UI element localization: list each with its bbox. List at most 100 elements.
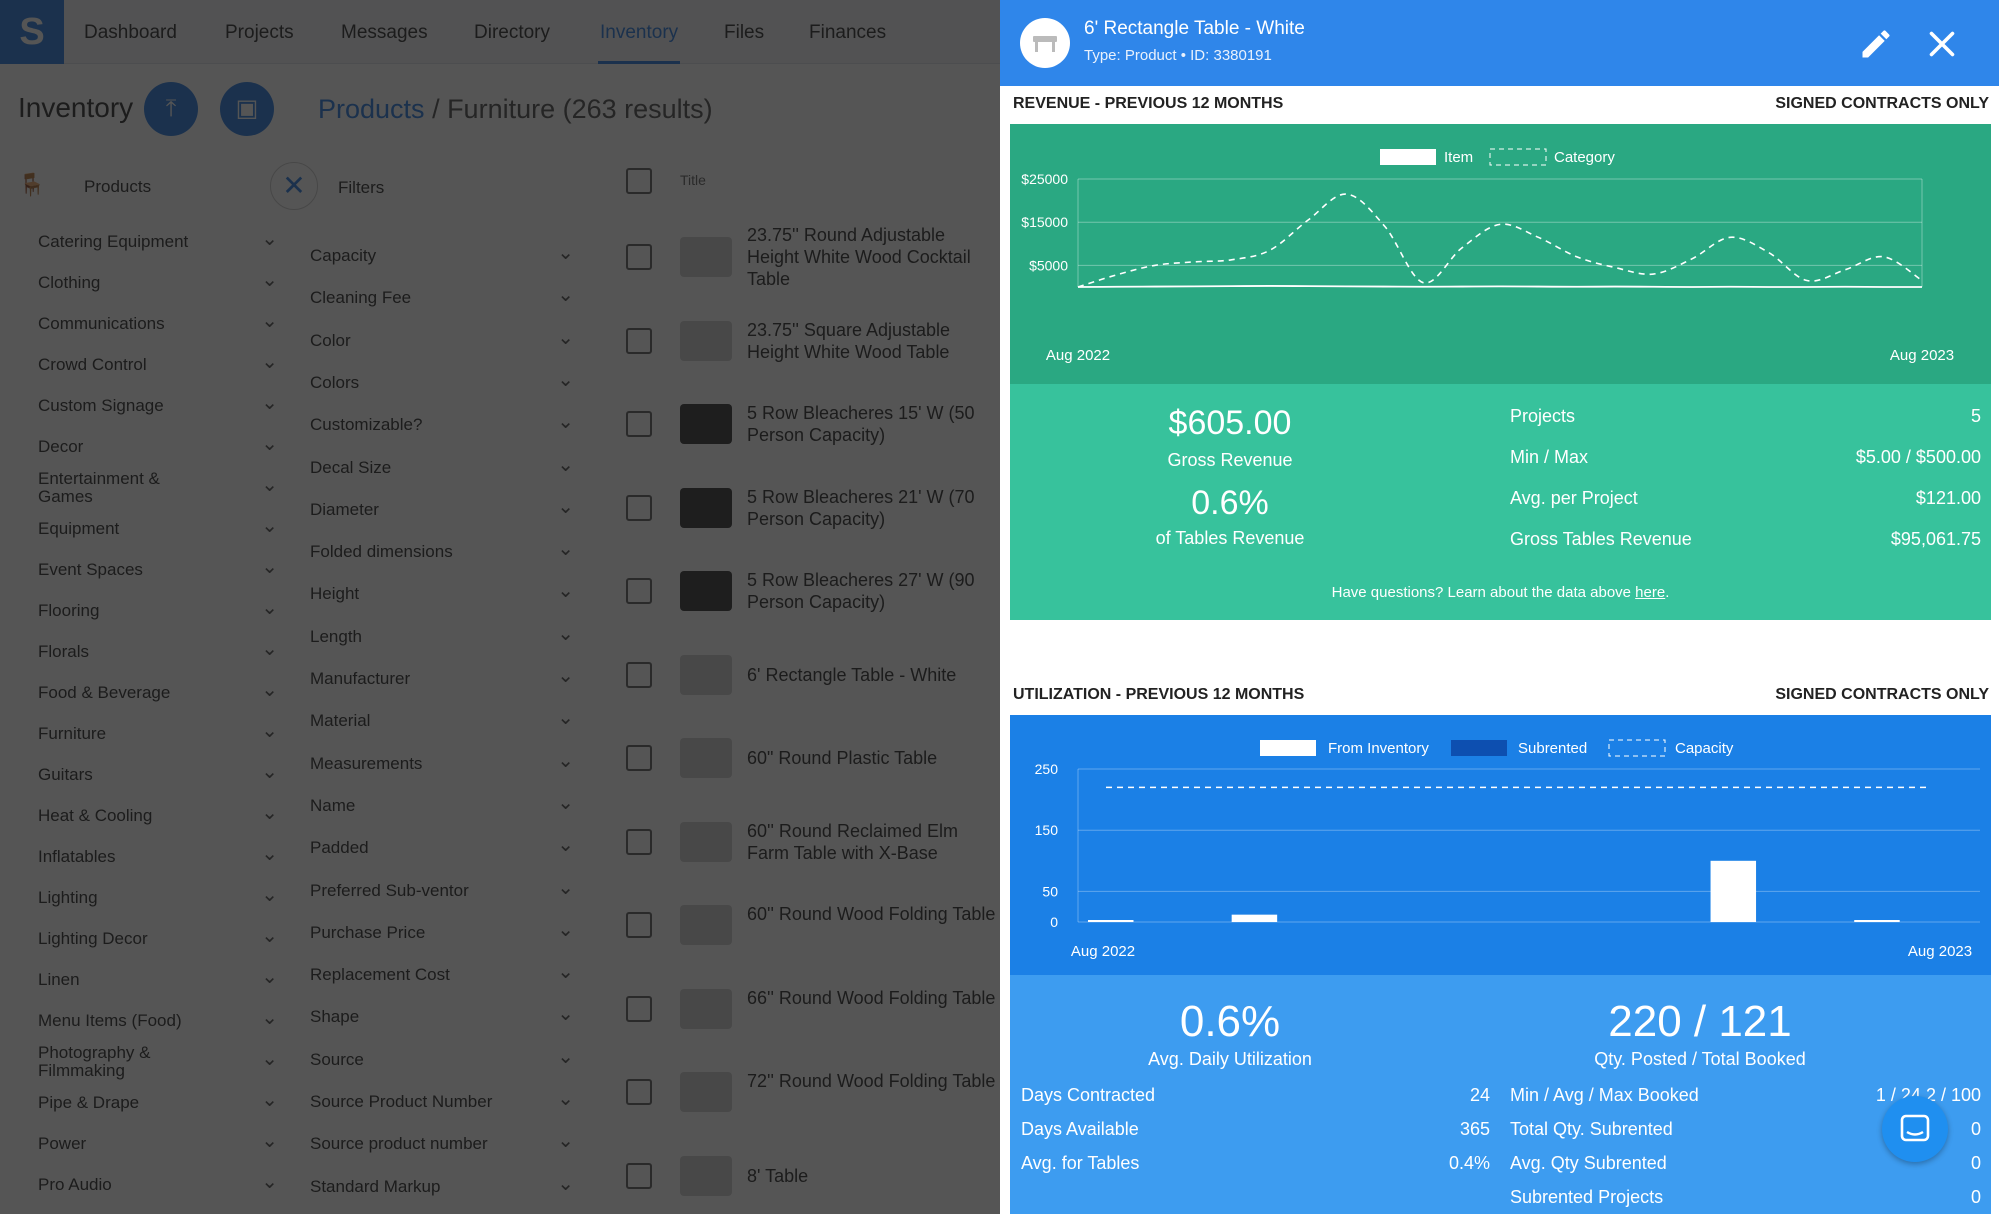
row-checkbox[interactable] xyxy=(626,828,652,855)
category-label: Pro Audio xyxy=(38,1175,112,1194)
filter-item[interactable]: Source ⌄ xyxy=(310,1045,574,1070)
category-item[interactable]: Flooring ⌄ xyxy=(38,598,278,621)
product-title-link[interactable]: 66'' Round Wood Folding Table xyxy=(747,987,997,1009)
product-title-link[interactable]: 72'' Round Wood Folding Table xyxy=(747,1070,997,1092)
category-item[interactable]: Power ⌄ xyxy=(38,1131,278,1154)
pencil-icon[interactable] xyxy=(1858,26,1894,62)
product-title-link[interactable]: 5 Row Bleacheres 27' W (90 Person Capaci… xyxy=(747,569,997,613)
nav-directory[interactable]: Directory xyxy=(474,0,550,64)
product-title-link[interactable]: 8' Table xyxy=(747,1165,997,1187)
category-item[interactable]: Custom Signage ⌄ xyxy=(38,393,278,416)
row-checkbox[interactable] xyxy=(626,494,652,521)
filter-item[interactable]: Name ⌄ xyxy=(310,793,574,816)
category-item[interactable]: Catering Equipment ⌄ xyxy=(38,229,278,252)
row-checkbox[interactable] xyxy=(626,244,652,270)
row-checkbox[interactable] xyxy=(626,912,652,938)
row-checkbox[interactable] xyxy=(626,411,652,437)
filter-item[interactable]: Standard Markup ⌄ xyxy=(310,1174,574,1197)
filter-item[interactable]: Measurements ⌄ xyxy=(310,751,574,774)
product-title-link[interactable]: 23.75'' Round Adjustable Height White Wo… xyxy=(747,224,997,290)
filter-label: Source xyxy=(310,1049,364,1069)
nav-projects[interactable]: Projects xyxy=(225,0,294,64)
category-item[interactable]: Linen ⌄ xyxy=(38,966,278,990)
filter-item[interactable]: Folded dimensions ⌄ xyxy=(310,539,574,562)
category-item[interactable]: Equipment ⌄ xyxy=(38,516,278,539)
upload-button[interactable]: ⤒ xyxy=(144,82,198,136)
category-item[interactable]: Guitars ⌄ xyxy=(38,762,278,785)
category-item[interactable]: Photography & Filmmaking ⌄ xyxy=(38,1044,278,1081)
category-item[interactable]: Menu Items (Food) ⌄ xyxy=(38,1008,278,1031)
close-filters-button[interactable]: ✕ xyxy=(270,162,318,210)
nav-inventory[interactable]: Inventory xyxy=(598,0,681,64)
nav-finances[interactable]: Finances xyxy=(809,0,886,64)
category-item[interactable]: Communications ⌄ xyxy=(38,310,278,334)
filter-item[interactable]: Capacity ⌄ xyxy=(310,243,574,266)
filter-item[interactable]: Source product number ⌄ xyxy=(310,1131,574,1154)
filter-item[interactable]: Source Product Number ⌄ xyxy=(310,1089,574,1112)
row-checkbox[interactable] xyxy=(626,1079,652,1105)
filter-item[interactable]: Decal Size ⌄ xyxy=(310,455,574,478)
filter-item[interactable]: Customizable? ⌄ xyxy=(310,412,574,435)
category-item[interactable]: Crowd Control ⌄ xyxy=(38,352,278,375)
category-item[interactable]: Decor ⌄ xyxy=(38,434,278,457)
learn-more-link[interactable]: here xyxy=(1635,584,1665,601)
row-checkbox[interactable] xyxy=(626,745,652,771)
category-item[interactable]: Inflatables ⌄ xyxy=(38,844,278,867)
row-checkbox[interactable] xyxy=(626,661,652,688)
scan-button[interactable]: ▣ xyxy=(220,82,274,136)
filter-item[interactable]: Purchase Price ⌄ xyxy=(310,920,574,943)
chevron-down-icon: ⌄ xyxy=(261,884,278,906)
chevron-down-icon: ⌄ xyxy=(261,269,278,291)
product-title-link[interactable]: 23.75'' Square Adjustable Height White W… xyxy=(747,319,997,363)
filter-item[interactable]: Cleaning Fee ⌄ xyxy=(310,285,574,308)
filter-item[interactable]: Height ⌄ xyxy=(310,581,574,604)
row-checkbox[interactable] xyxy=(626,578,652,604)
nav-messages[interactable]: Messages xyxy=(341,0,428,64)
category-item[interactable]: Entertainment & Games ⌄ xyxy=(38,470,278,507)
chevron-down-icon: ⌄ xyxy=(261,310,278,332)
category-item[interactable]: Lighting ⌄ xyxy=(38,884,278,908)
filter-item[interactable]: Color ⌄ xyxy=(310,328,574,351)
select-all-checkbox[interactable] xyxy=(626,168,652,194)
filter-label: Color xyxy=(310,330,351,350)
filter-item[interactable]: Padded ⌄ xyxy=(310,835,574,858)
filter-item[interactable]: Shape ⌄ xyxy=(310,1004,574,1027)
product-title-link[interactable]: 60'' Round Reclaimed Elm Farm Table with… xyxy=(747,820,997,864)
product-title-link[interactable]: 5 Row Bleacheres 15' W (50 Person Capaci… xyxy=(747,402,997,446)
nav-dashboard[interactable]: Dashboard xyxy=(84,0,177,64)
category-item[interactable]: Pro Audio ⌄ xyxy=(38,1172,278,1195)
category-item[interactable]: Furniture ⌄ xyxy=(38,721,278,744)
categories-header[interactable]: 🪑 Products xyxy=(18,172,151,198)
row-checkbox[interactable] xyxy=(626,995,652,1022)
legend-item-label: Item xyxy=(1444,149,1473,166)
chevron-down-icon: ⌄ xyxy=(557,1045,574,1068)
category-item[interactable]: Florals ⌄ xyxy=(38,639,278,662)
breadcrumb-rest: / Furniture (263 results) xyxy=(424,94,713,124)
filter-item[interactable]: Diameter ⌄ xyxy=(310,497,574,520)
breadcrumb-products-link[interactable]: Products xyxy=(318,94,425,124)
product-title-link[interactable]: 60" Round Plastic Table xyxy=(747,747,997,769)
product-title-link[interactable]: 5 Row Bleacheres 21' W (70 Person Capaci… xyxy=(747,486,997,530)
nav-files[interactable]: Files xyxy=(724,0,764,64)
category-item[interactable]: Food & Beverage ⌄ xyxy=(38,680,278,703)
filter-item[interactable]: Colors ⌄ xyxy=(310,370,574,393)
category-item[interactable]: Heat & Cooling ⌄ xyxy=(38,803,278,826)
filter-item[interactable]: Replacement Cost ⌄ xyxy=(310,962,574,985)
category-item[interactable]: Clothing ⌄ xyxy=(38,269,278,293)
filter-item[interactable]: Manufacturer ⌄ xyxy=(310,666,574,689)
filter-item[interactable]: Length ⌄ xyxy=(310,624,574,647)
row-checkbox[interactable] xyxy=(626,1162,652,1189)
category-item[interactable]: Lighting Decor ⌄ xyxy=(38,926,278,949)
app-logo[interactable]: S xyxy=(0,0,64,64)
chevron-down-icon: ⌄ xyxy=(261,966,278,988)
row-checkbox[interactable] xyxy=(626,327,652,354)
filter-item[interactable]: Preferred Sub-ventor ⌄ xyxy=(310,878,574,901)
chat-button[interactable] xyxy=(1882,1096,1948,1162)
filter-item[interactable]: Material ⌄ xyxy=(310,708,574,731)
category-item[interactable]: Event Spaces ⌄ xyxy=(38,557,278,580)
close-icon[interactable] xyxy=(1924,26,1960,62)
product-title-link[interactable]: 60'' Round Wood Folding Table xyxy=(747,903,997,925)
product-title-link[interactable]: 6' Rectangle Table - White xyxy=(747,664,997,686)
category-item[interactable]: Pipe & Drape ⌄ xyxy=(38,1090,278,1113)
title-column-header[interactable]: Title xyxy=(680,172,706,188)
